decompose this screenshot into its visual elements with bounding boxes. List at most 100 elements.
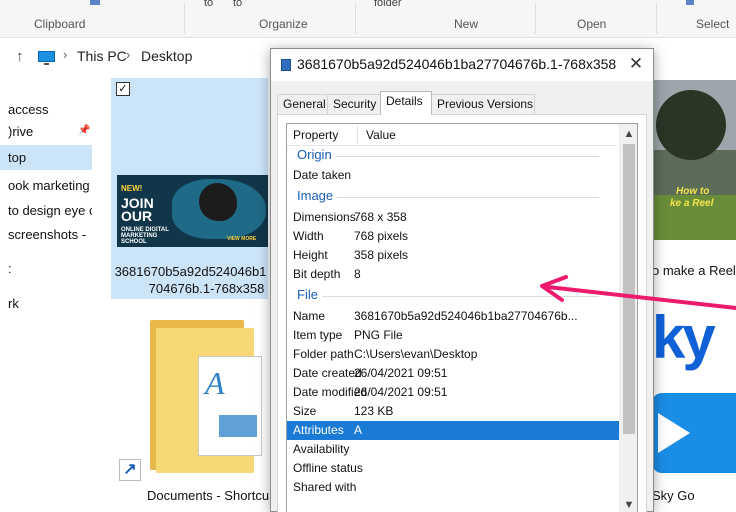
property-name: Width: [293, 229, 324, 243]
ribbon-group-organize[interactable]: Organize: [259, 17, 308, 31]
property-row[interactable]: Date created 26/04/2021 09:51: [287, 364, 619, 383]
nav-item-drive-c[interactable]: :: [0, 256, 92, 281]
property-row[interactable]: Shared with: [287, 478, 619, 497]
sky-go-icon[interactable]: [652, 393, 736, 473]
property-value: 123 KB: [354, 404, 394, 418]
breadcrumb-chevron-icon[interactable]: ›: [126, 47, 130, 62]
property-name: Folder path: [293, 347, 354, 361]
property-row[interactable]: Offline status: [287, 459, 619, 478]
document-letter: A: [205, 365, 225, 401]
section-file: File: [287, 286, 619, 305]
thumbnail-text-headline: JOIN OUR: [121, 195, 154, 224]
section-file-label: File: [297, 287, 322, 302]
property-row[interactable]: Item type PNG File: [287, 326, 619, 345]
nav-item-facebook-marketing[interactable]: ook marketing: [0, 173, 92, 198]
breadcrumb-this-pc[interactable]: This PC: [77, 48, 127, 64]
details-panel: Property Value Origin Date taken Image D…: [277, 114, 647, 512]
property-value: 3681670b5a92d524046b1ba27704676b...: [354, 309, 578, 323]
reel-thumbnail-text-1: How to: [676, 186, 710, 197]
section-image: Image: [287, 187, 619, 206]
property-row-selected[interactable]: Attributes A: [287, 421, 619, 440]
property-row[interactable]: Date modified 26/04/2021 09:51: [287, 383, 619, 402]
vertical-scrollbar[interactable]: ▲ ▼: [619, 124, 637, 512]
nav-item-design-eye[interactable]: to design eye c: [0, 198, 92, 223]
select-checkbox[interactable]: ✓: [116, 82, 130, 96]
dialog-title-bar[interactable]: 3681670b5a92d524046b1ba27704676b.1-768x3…: [271, 49, 653, 81]
property-value: 26/04/2021 09:51: [354, 385, 448, 399]
ribbon-group-select[interactable]: Select: [696, 17, 729, 31]
property-name: Bit depth: [293, 267, 341, 281]
property-row[interactable]: Folder path C:\Users\evan\Desktop: [287, 345, 619, 364]
scroll-thumb[interactable]: [623, 144, 635, 434]
sky-go-label[interactable]: Sky Go: [652, 488, 695, 503]
tab-general[interactable]: General: [277, 94, 328, 114]
property-row[interactable]: Date taken: [287, 166, 619, 185]
image-thumbnail[interactable]: NEW! JOIN OUR ONLINE DIGITAL MARKETING S…: [117, 175, 268, 247]
ribbon-divider: [535, 4, 536, 34]
property-row[interactable]: Height 358 pixels: [287, 246, 619, 265]
property-row[interactable]: Name 3681670b5a92d524046b1ba27704676b...: [287, 307, 619, 326]
property-name: Dimensions: [293, 210, 356, 224]
ribbon-group-new[interactable]: New: [454, 17, 478, 31]
ribbon-fragment: folder: [374, 0, 402, 9]
thumbnail-text-new: NEW!: [121, 184, 143, 193]
property-row[interactable]: Bit depth 8: [287, 265, 619, 284]
document-picture: [219, 415, 257, 437]
property-name: Item type: [293, 328, 343, 342]
tab-security[interactable]: Security: [327, 94, 381, 114]
property-row[interactable]: Availability: [287, 440, 619, 459]
thumbnail-dog: [199, 183, 237, 221]
scroll-down-icon[interactable]: ▼: [620, 497, 637, 512]
property-row[interactable]: Dimensions 768 x 358: [287, 208, 619, 227]
property-value: PNG File: [354, 328, 403, 342]
property-value: C:\Users\evan\Desktop: [354, 347, 478, 361]
ribbon-icon: [90, 0, 100, 5]
documents-shortcut-label[interactable]: Documents - Shortcu: [147, 488, 269, 503]
details-list[interactable]: Property Value Origin Date taken Image D…: [286, 123, 638, 512]
pin-icon[interactable]: 📌: [78, 125, 90, 136]
ribbon-fragment: to: [204, 0, 214, 9]
ribbon-fragment: to: [233, 0, 243, 9]
tab-details[interactable]: Details: [380, 91, 432, 115]
nav-item-network[interactable]: rk: [0, 291, 92, 316]
scroll-up-icon[interactable]: ▲: [620, 126, 637, 143]
reel-file-label[interactable]: o make a Reel: [652, 263, 736, 278]
close-icon[interactable]: ✕: [623, 53, 649, 77]
section-rule: [297, 156, 599, 157]
breadcrumb-chevron-icon[interactable]: ›: [63, 47, 67, 62]
ribbon-icon: [686, 0, 694, 5]
thumbnail-tree: [656, 90, 726, 160]
property-name: Size: [293, 404, 317, 418]
dialog-title: 3681670b5a92d524046b1ba27704676b.1-768x3…: [297, 56, 617, 72]
ribbon-divider: [184, 4, 185, 34]
property-row[interactable]: Width 768 pixels: [287, 227, 619, 246]
ribbon-divider: [355, 4, 356, 34]
ribbon-group-open[interactable]: Open: [577, 17, 606, 31]
properties-dialog: 3681670b5a92d524046b1ba27704676b.1-768x3…: [270, 48, 654, 512]
property-name: Availability: [293, 442, 350, 456]
property-name: Date created: [293, 366, 362, 380]
thumbnail-text-cta: VIEW MORE: [227, 236, 257, 242]
play-icon: [658, 413, 690, 453]
image-file-name[interactable]: 3681670b5a92d524046b1 704676b.1-768x358: [112, 263, 269, 297]
column-header: Property Value: [287, 124, 617, 146]
document-paper-icon: A: [198, 356, 262, 456]
breadcrumb-desktop[interactable]: Desktop: [141, 48, 192, 64]
column-divider[interactable]: [357, 126, 358, 144]
property-row[interactable]: Size 123 KB: [287, 402, 619, 421]
property-name: Shared with: [293, 480, 357, 494]
ribbon-group-clipboard[interactable]: Clipboard: [34, 17, 85, 31]
documents-folder-icon[interactable]: A: [150, 320, 262, 476]
nav-item-screenshots[interactable]: screenshots -: [0, 222, 92, 247]
tab-previous-versions[interactable]: Previous Versions: [431, 94, 535, 114]
image-file-name-line1: 3681670b5a92d524046b1: [114, 264, 267, 279]
property-value: 26/04/2021 09:51: [354, 366, 448, 380]
nav-item-desktop[interactable]: top: [0, 145, 92, 170]
up-arrow-icon[interactable]: ↑: [16, 48, 24, 65]
column-property[interactable]: Property: [293, 128, 338, 142]
section-rule: [297, 197, 599, 198]
section-rule: [297, 296, 599, 297]
sky-logo[interactable]: ky: [652, 308, 716, 368]
property-value: 8: [354, 267, 361, 281]
column-value[interactable]: Value: [366, 128, 396, 142]
